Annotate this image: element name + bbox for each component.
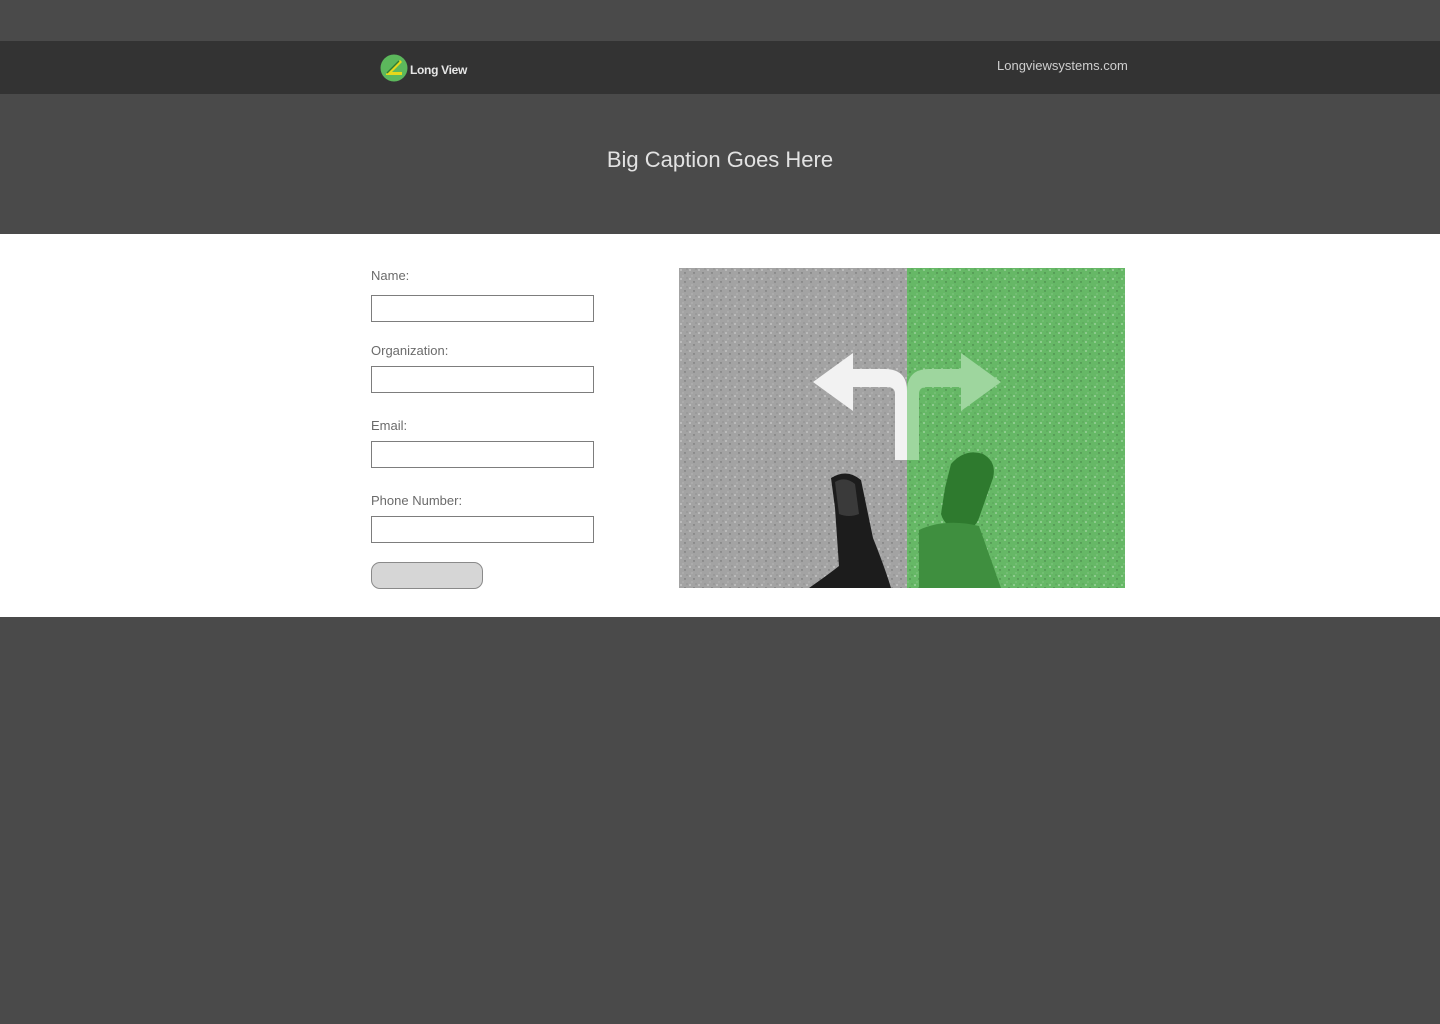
feet-at-crossroads-image [679, 268, 1125, 588]
long-view-logo-icon [380, 54, 408, 82]
phone-number-label: Phone Number: [371, 493, 463, 508]
hero-caption: Big Caption Goes Here [606, 147, 834, 172]
phone-number-input[interactable] [371, 516, 594, 543]
top-navigation-bar: Long View Longviewsystems.com [0, 41, 1440, 94]
email-input[interactable] [371, 441, 594, 468]
name-label: Name: [371, 268, 410, 283]
website-link[interactable]: Longviewsystems.com [997, 58, 1128, 73]
logo-text: Long View [410, 63, 468, 77]
organization-input[interactable] [371, 366, 594, 393]
hero-banner: Big Caption Goes Here [0, 94, 1440, 234]
submit-button[interactable] [371, 562, 483, 589]
main-content: Name: Organization: Email: Phone Number: [0, 234, 1440, 617]
name-input[interactable] [371, 295, 594, 322]
long-view-logo[interactable]: Long View [380, 54, 467, 82]
email-label: Email: [371, 418, 408, 433]
organization-label: Organization: [371, 343, 449, 358]
